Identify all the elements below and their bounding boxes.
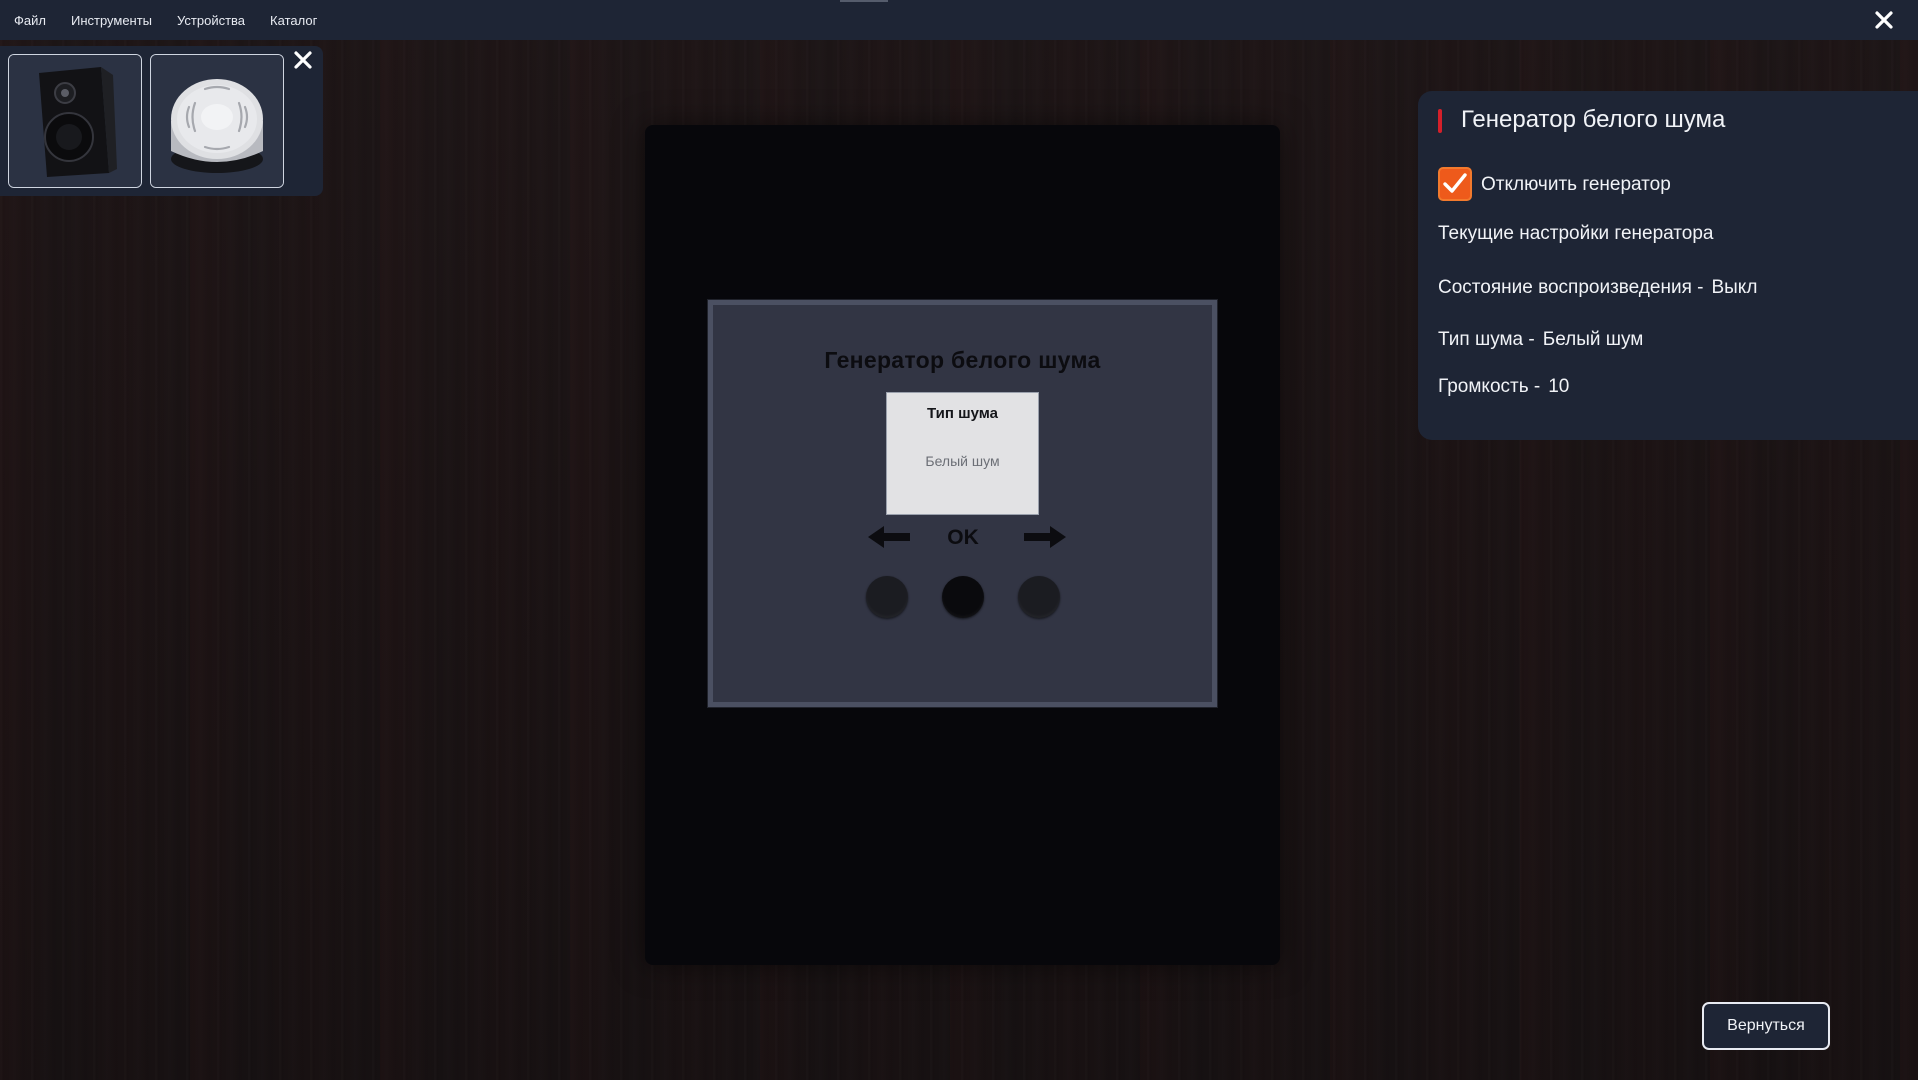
playback-state-value: Выкл	[1711, 277, 1758, 298]
generator-info-panel: Генератор белого шума Отключить генерато…	[1418, 91, 1918, 440]
device-screen: Генератор белого шума Тип шума Белый шум…	[707, 299, 1218, 708]
playback-state-label: Состояние воспроизведения -	[1438, 277, 1704, 298]
noise-type-title: Тип шума	[927, 405, 998, 422]
noise-type-line: Тип шума - Белый шум	[1438, 329, 1643, 351]
ok-hardware-button[interactable]	[942, 576, 984, 618]
speaker-thumbnail[interactable]	[8, 54, 142, 188]
close-icon[interactable]	[292, 49, 314, 71]
menu-devices[interactable]: Устройства	[177, 13, 245, 28]
menu-catalog[interactable]: Каталог	[270, 13, 317, 28]
noise-type-display: Тип шума Белый шум	[886, 392, 1039, 515]
back-button[interactable]: Вернуться	[1702, 1002, 1830, 1050]
volume-label: Громкость -	[1438, 376, 1541, 397]
disable-generator-label[interactable]: Отключить генератор	[1481, 174, 1671, 196]
panel-title: Генератор белого шума	[1461, 106, 1726, 133]
noise-type-value: Белый шум	[925, 453, 1000, 469]
arrow-left-icon	[866, 524, 912, 550]
round-puck-device-thumbnail[interactable]	[150, 54, 284, 188]
checkmark-icon	[1443, 173, 1467, 193]
menu-bar: Файл Инструменты Устройства Каталог	[0, 0, 1918, 40]
device-thumbnails-panel	[0, 46, 323, 196]
playback-state-line: Состояние воспроизведения - Выкл	[1438, 277, 1757, 299]
left-hardware-button[interactable]	[866, 576, 908, 618]
menu-file[interactable]: Файл	[14, 13, 46, 28]
close-icon[interactable]	[1872, 8, 1896, 32]
right-hardware-button[interactable]	[1018, 576, 1060, 618]
noise-type-label: Тип шума -	[1438, 329, 1535, 350]
noise-type-value: Белый шум	[1542, 329, 1644, 350]
arrow-right-icon	[1022, 524, 1068, 550]
volume-line: Громкость - 10	[1438, 376, 1569, 398]
volume-value: 10	[1548, 376, 1570, 397]
title-accent-bar	[1438, 109, 1442, 133]
ok-label: OK	[947, 526, 979, 549]
screen-title: Генератор белого шума	[824, 347, 1101, 373]
window-drag-handle[interactable]	[840, 0, 888, 2]
current-settings-heading: Текущие настройки генератора	[1438, 223, 1714, 244]
disable-generator-checkbox[interactable]	[1438, 167, 1472, 201]
menu-tools[interactable]: Инструменты	[71, 13, 152, 28]
